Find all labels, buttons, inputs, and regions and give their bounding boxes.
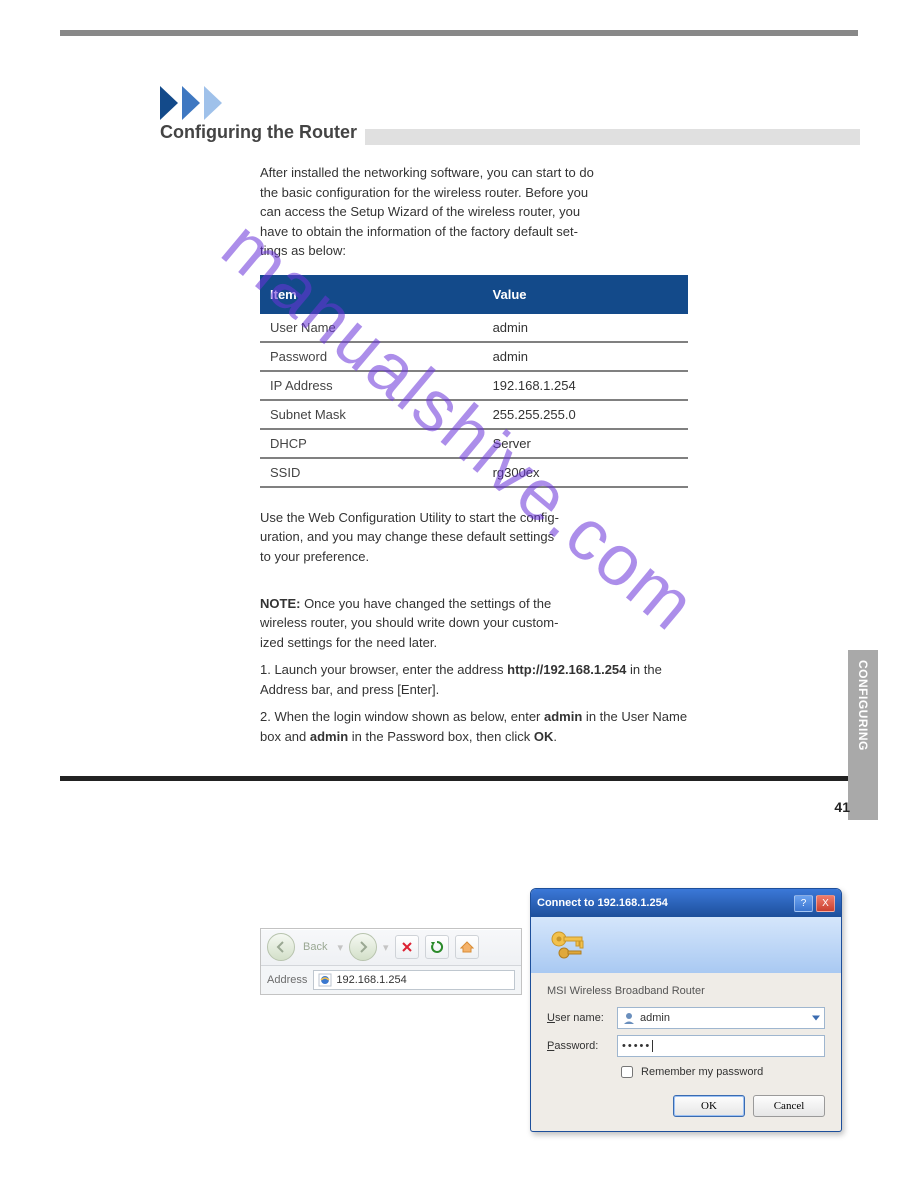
password-label-rest: assword: <box>554 1040 598 1052</box>
browser-toolbar-row2: Address 192.168.1.254 <box>261 966 521 994</box>
cancel-button[interactable]: Cancel <box>753 1095 825 1117</box>
cell-val: admin <box>483 314 688 342</box>
section-heading-row: Configuring the Router <box>160 122 860 145</box>
section-title: Configuring the Router <box>160 122 365 145</box>
table-row: Subnet Mask255.255.255.0 <box>260 400 688 429</box>
dialog-titlebar[interactable]: Connect to 192.168.1.254 ? X <box>531 889 841 917</box>
remember-mnemonic: R <box>641 1066 649 1078</box>
bottom-rule <box>60 776 858 781</box>
section-title-bar <box>365 129 860 145</box>
step2-e: in the Password box, then click <box>348 729 534 744</box>
username-label: User name: <box>547 1012 617 1024</box>
remember-label-rest: emember my password <box>649 1066 763 1078</box>
close-button[interactable]: X <box>816 895 835 912</box>
separator: ▾ <box>383 941 389 954</box>
step2-a: 2. When the login window shown as below,… <box>260 709 544 724</box>
arrow-left-icon <box>275 941 287 953</box>
page-number: 41 <box>834 799 850 815</box>
table-row: DHCPServer <box>260 429 688 458</box>
address-label: Address <box>267 974 307 986</box>
back-label: Back <box>303 941 327 953</box>
home-button[interactable] <box>455 935 479 959</box>
ok-button[interactable]: OK <box>673 1095 745 1117</box>
server-name: MSI Wireless Broadband Router <box>547 985 825 997</box>
help-button[interactable]: ? <box>794 895 813 912</box>
step1-url: http://192.168.1.254 <box>507 662 626 677</box>
help-icon: ? <box>801 898 807 909</box>
password-input[interactable]: ••••• <box>617 1035 825 1057</box>
cell-key: Subnet Mask <box>260 400 483 429</box>
step2-d: admin <box>310 729 348 744</box>
step2-g: . <box>553 729 557 744</box>
table-row: SSIDrg300ex <box>260 458 688 487</box>
table-row: IP Address192.168.1.254 <box>260 371 688 400</box>
ie-page-icon <box>318 973 332 987</box>
factory-defaults-table: Item Value User Nameadmin Passwordadmin … <box>260 275 688 488</box>
caret <box>652 1040 653 1052</box>
table-header-value: Value <box>483 275 688 314</box>
intro-paragraph: After installed the networking software,… <box>260 163 688 261</box>
step1-a: 1. Launch your browser, enter the addres… <box>260 662 507 677</box>
address-value: 192.168.1.254 <box>336 974 406 986</box>
close-icon: X <box>822 898 829 909</box>
note-text: Once you have changed the settings of th… <box>260 596 558 650</box>
cell-val: Server <box>483 429 688 458</box>
browser-toolbar-row1: Back ▾ ▾ <box>261 929 521 966</box>
cell-val: 255.255.255.0 <box>483 400 688 429</box>
home-icon <box>460 940 474 954</box>
note-label: NOTE: <box>260 596 300 611</box>
back-button[interactable] <box>267 933 295 961</box>
address-input[interactable]: 192.168.1.254 <box>313 970 515 990</box>
cell-key: DHCP <box>260 429 483 458</box>
remember-checkbox[interactable] <box>621 1066 633 1078</box>
cell-key: User Name <box>260 314 483 342</box>
browser-toolbar: Back ▾ ▾ Address 192.168.1.254 <box>260 928 522 995</box>
keys-icon <box>545 923 589 967</box>
step-2: 2. When the login window shown as below,… <box>260 707 688 746</box>
step2-f: OK <box>534 729 554 744</box>
password-value: ••••• <box>622 1040 651 1052</box>
dialog-banner <box>531 917 841 973</box>
forward-button[interactable] <box>349 933 377 961</box>
paragraph: Use the Web Configuration Utility to sta… <box>260 508 688 567</box>
table-row: Passwordadmin <box>260 342 688 371</box>
cell-key: SSID <box>260 458 483 487</box>
refresh-icon <box>430 940 444 954</box>
stop-button[interactable] <box>395 935 419 959</box>
login-dialog: Connect to 192.168.1.254 ? X MSI Wi <box>530 888 842 1132</box>
note-paragraph: NOTE: Once you have changed the settings… <box>260 574 688 652</box>
side-tab-label: CONFIGURING <box>856 660 870 690</box>
top-rule <box>60 30 858 36</box>
cell-val: 192.168.1.254 <box>483 371 688 400</box>
step-1: 1. Launch your browser, enter the addres… <box>260 660 688 699</box>
section-arrows-icon <box>160 86 918 120</box>
person-icon <box>622 1011 636 1025</box>
dialog-title: Connect to 192.168.1.254 <box>537 897 668 909</box>
remember-label: Remember my password <box>641 1066 763 1078</box>
side-tab: CONFIGURING <box>848 650 878 820</box>
username-label-rest: ser name: <box>555 1012 604 1024</box>
cell-val: rg300ex <box>483 458 688 487</box>
refresh-button[interactable] <box>425 935 449 959</box>
cell-val: admin <box>483 342 688 371</box>
arrow-right-icon <box>357 941 369 953</box>
cell-key: IP Address <box>260 371 483 400</box>
table-row: User Nameadmin <box>260 314 688 342</box>
username-input[interactable]: admin <box>617 1007 825 1029</box>
username-value: admin <box>640 1012 670 1024</box>
password-label: Password: <box>547 1040 617 1052</box>
username-mnemonic: U <box>547 1012 555 1024</box>
cell-key: Password <box>260 342 483 371</box>
stop-icon <box>400 940 414 954</box>
step2-b: admin <box>544 709 582 724</box>
separator: ▾ <box>337 941 343 954</box>
table-header-item: Item <box>260 275 483 314</box>
